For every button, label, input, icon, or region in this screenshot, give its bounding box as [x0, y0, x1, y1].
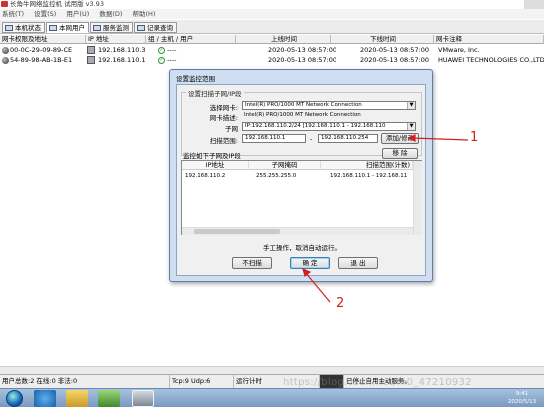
annotation-arrow-1 [407, 134, 469, 142]
annotation-label-1: 1 [470, 130, 479, 145]
annotation-arrow-2 [302, 267, 331, 303]
annotation-label-2: 2 [336, 296, 345, 311]
annotation-layer [302, 134, 469, 303]
